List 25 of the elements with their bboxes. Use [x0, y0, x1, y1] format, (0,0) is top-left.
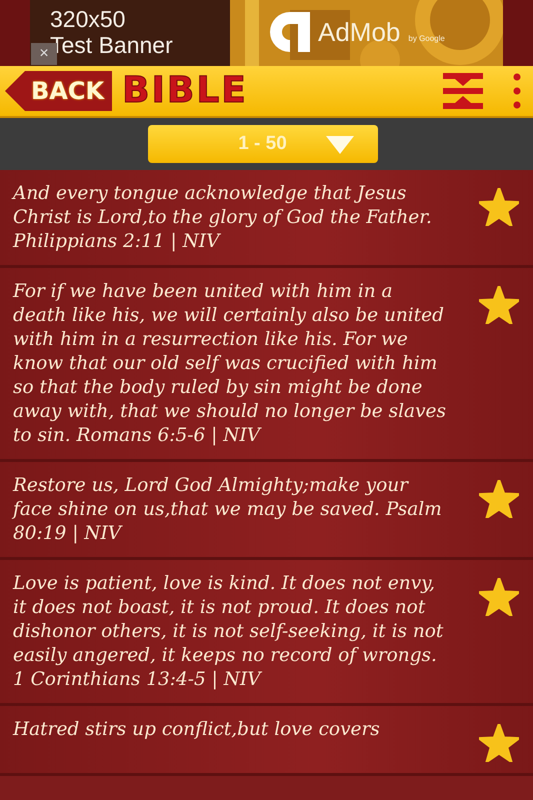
star-icon[interactable]	[479, 480, 519, 518]
star-icon[interactable]	[479, 578, 519, 616]
ad-brand-subtitle: by Google	[408, 34, 445, 42]
ad-brand-name: AdMob	[318, 16, 400, 48]
star-icon[interactable]	[479, 724, 519, 762]
caret-icon	[326, 136, 354, 154]
ad-size-label: 320x50	[50, 6, 126, 32]
verse-item[interactable]	[0, 560, 533, 706]
verse-item[interactable]: And every tongue acknowledge that Jesus Christ is Lord,to the glory of God the Father. Philippians 2:11 | NIV	[0, 170, 533, 268]
app-title: BIBLE	[122, 73, 248, 109]
verse-text: For if we have been united with him in a death like his, we will certainly also be united with him in a resurrection like his. For we know that our old self was crucified with him so that the body ruled by sin might be done away with, that we should no longer be slaves to sin. Romans 6:5-6 | NIV	[13, 280, 447, 448]
verse-item[interactable]: Restore us, Lord God Almighty;make your face shine on us,that we may be saved. Psalm 80:19 | NIV	[0, 462, 533, 560]
close-button[interactable]: ×	[31, 43, 57, 65]
verse-text: Love is patient, love is kind. It does not envy, it does not boast, it is not proud. It does not dishonor others, it is not self-seeking, it is not easily angered, it keeps no record of wrongs. 1 Corinthians 13:4-5 | NIV	[13, 572, 444, 692]
collapse-icon[interactable]	[443, 73, 483, 109]
star-icon[interactable]	[479, 286, 519, 324]
star-icon[interactable]	[479, 188, 519, 226]
verse-text: Restore us, Lord God Almighty;make your face shine on us,that we may be saved. Psalm 80:19 | NIV	[13, 474, 443, 546]
back-button[interactable]: BACK	[5, 71, 112, 111]
admob-logo-icon	[270, 10, 310, 54]
more-options-icon[interactable]	[513, 73, 521, 109]
verse-text: Hatred stirs up conflict,but love covers	[13, 718, 381, 742]
verse-text: And every tongue acknowledge that Jesus Christ is Lord,to the glory of God the Father. Philippians 2:11 | NIV	[13, 182, 433, 254]
verse-item[interactable]	[0, 268, 533, 462]
verse-item[interactable]: Hatred stirs up conflict,but love covers	[0, 706, 533, 776]
